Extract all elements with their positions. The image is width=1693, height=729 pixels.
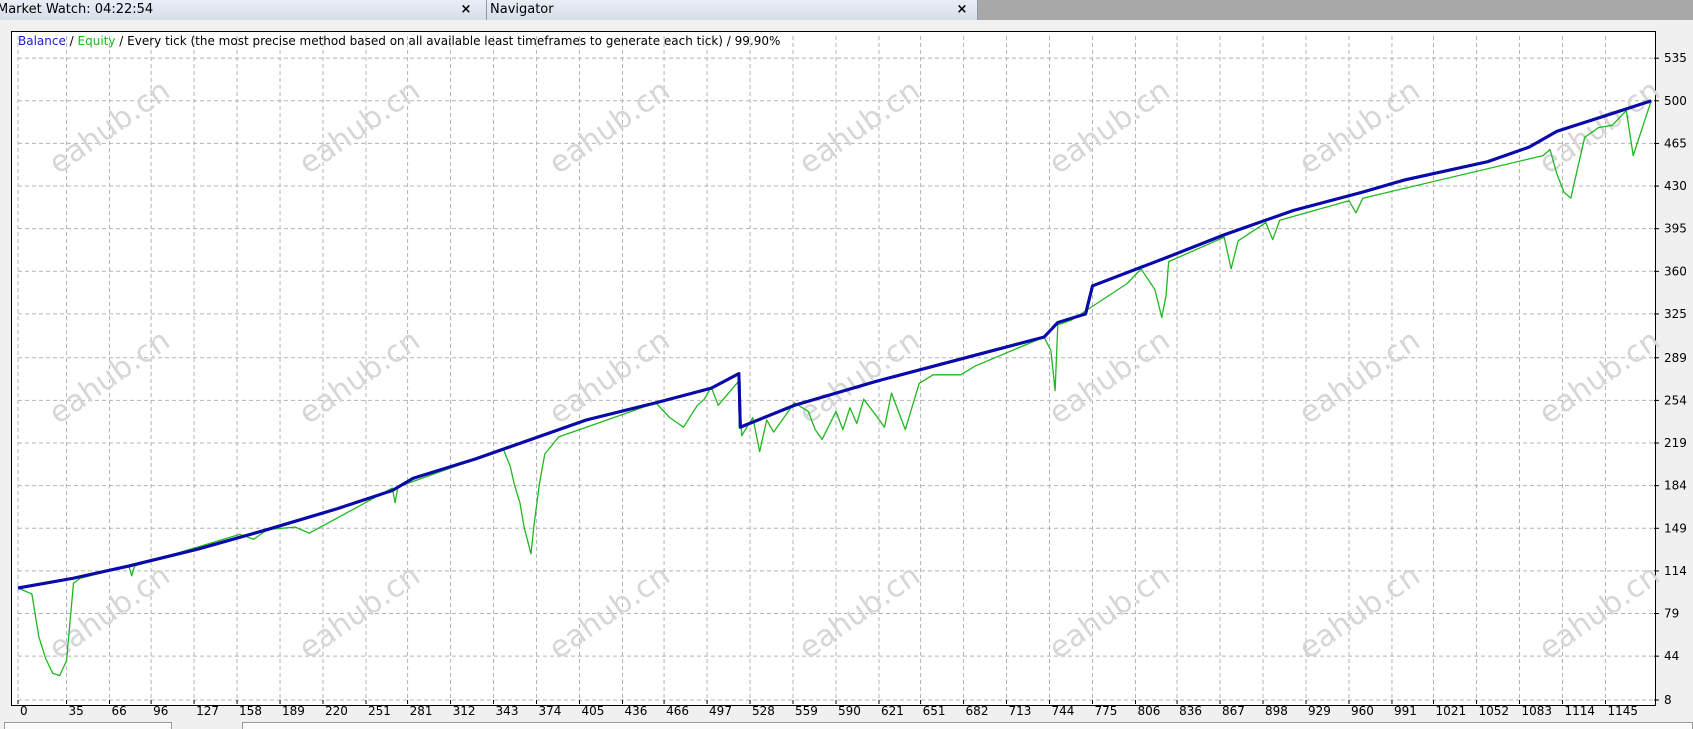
x-tick-label: 466 (666, 704, 689, 718)
y-tick-label: 500 (1664, 94, 1687, 108)
watermark: eahub.cn (1533, 558, 1667, 666)
chart-legend: Balance / Equity / Every tick (the most … (18, 34, 780, 48)
legend-balance: Balance (18, 34, 66, 48)
x-tick-label: 867 (1222, 704, 1245, 718)
legend-sep-3: / (722, 34, 735, 48)
x-tick-label: 744 (1052, 704, 1075, 718)
x-tick-label: 0 (20, 704, 28, 718)
y-tick-label: 535 (1664, 51, 1687, 65)
watermark: eahub.cn (793, 558, 927, 666)
x-tick-label: 96 (153, 704, 168, 718)
x-tick-label: 775 (1094, 704, 1117, 718)
y-tick-label: 289 (1664, 351, 1687, 365)
watermark: eahub.cn (543, 73, 677, 181)
x-tick-label: 66 (112, 704, 127, 718)
bottom-tab-left[interactable] (4, 722, 172, 729)
watermark: eahub.cn (43, 558, 177, 666)
y-tick-label: 395 (1664, 222, 1687, 236)
y-tick-label: 360 (1664, 264, 1687, 278)
x-tick-label: 528 (752, 704, 775, 718)
y-tick-label: 44 (1664, 649, 1679, 663)
x-tick-label: 651 (923, 704, 946, 718)
x-tick-label: 713 (1009, 704, 1032, 718)
x-tick-label: 991 (1394, 704, 1417, 718)
x-tick-label: 836 (1179, 704, 1202, 718)
watermark: eahub.cn (1043, 323, 1177, 431)
watermark: eahub.cn (1293, 558, 1427, 666)
x-tick-label: 1021 (1436, 704, 1467, 718)
watermark: eahub.cn (543, 558, 677, 666)
legend-quality: 99.90% (734, 34, 781, 48)
x-tick-label: 590 (838, 704, 861, 718)
x-tick-label: 281 (410, 704, 433, 718)
bottom-tab-right[interactable] (242, 722, 1693, 729)
x-tick-label: 806 (1137, 704, 1160, 718)
watermark: eahub.cn (293, 73, 427, 181)
x-tick-label: 312 (453, 704, 476, 718)
x-tick-label: 405 (582, 704, 605, 718)
x-tick-label: 158 (239, 704, 262, 718)
y-tick-label: 219 (1664, 436, 1687, 450)
x-tick-label: 343 (496, 704, 519, 718)
y-tick-label: 254 (1664, 393, 1687, 407)
y-tick-label: 79 (1664, 607, 1679, 621)
x-tick-label: 1083 (1522, 704, 1553, 718)
x-tick-label: 220 (325, 704, 348, 718)
watermark: eahub.cn (1043, 558, 1177, 666)
watermark: eahub.cn (793, 73, 927, 181)
x-tick-label: 1114 (1564, 704, 1595, 718)
x-tick-label: 929 (1308, 704, 1331, 718)
x-tick-label: 436 (624, 704, 647, 718)
y-tick-label: 465 (1664, 136, 1687, 150)
legend-sep-1: / (65, 34, 78, 48)
x-tick-label: 374 (539, 704, 562, 718)
legend-sep-2: / (115, 34, 128, 48)
x-tick-label: 682 (966, 704, 989, 718)
watermark: eahub.cn (293, 323, 427, 431)
x-tick-label: 898 (1265, 704, 1288, 718)
x-tick-label: 960 (1351, 704, 1374, 718)
watermark: eahub.cn (1043, 73, 1177, 181)
y-tick-label: 149 (1664, 521, 1687, 535)
x-tick-label: 251 (368, 704, 391, 718)
x-tick-label: 189 (282, 704, 305, 718)
x-tick-label: 35 (69, 704, 84, 718)
watermark: eahub.cn (1293, 323, 1427, 431)
y-tick-label: 114 (1664, 564, 1687, 578)
equity-chart: 8 44 79 114 149 184 219 254 289 325 360 395 430 465 50… (17, 36, 1687, 718)
watermark: eahub.cn (1293, 73, 1427, 181)
x-tick-label: 621 (881, 704, 904, 718)
y-tick-label: 430 (1664, 179, 1687, 193)
y-tick-label: 325 (1664, 307, 1687, 321)
legend-description: Every tick (the most precise method base… (127, 34, 723, 48)
watermark: eahub.cn (293, 558, 427, 666)
x-tick-label: 559 (795, 704, 818, 718)
y-tick-label: 184 (1664, 479, 1687, 493)
x-tick-label: 1052 (1479, 704, 1510, 718)
x-tick-label: 1145 (1607, 704, 1638, 718)
y-tick-label: 8 (1664, 693, 1672, 707)
legend-equity: Equity (77, 34, 116, 48)
watermark: eahub.cn (1533, 323, 1667, 431)
x-tick-label: 497 (709, 704, 732, 718)
x-tick-label: 127 (196, 704, 219, 718)
